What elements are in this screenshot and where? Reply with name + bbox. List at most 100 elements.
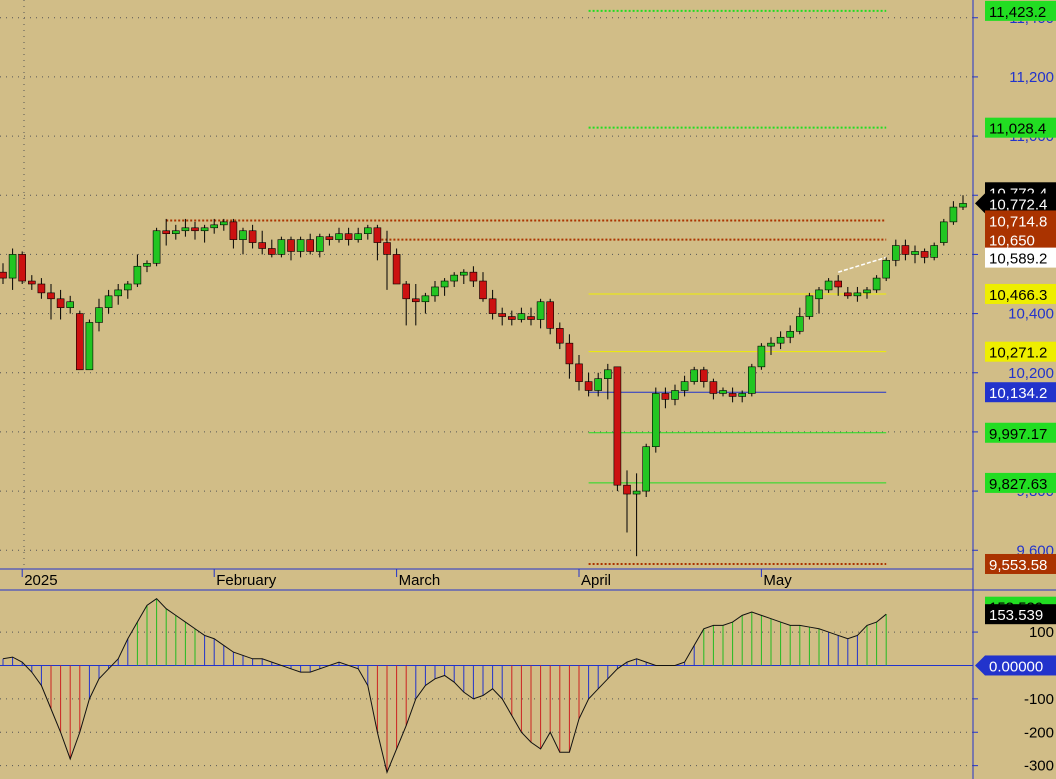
price-tag-text: 10,650: [989, 233, 1035, 250]
candle-up: [536, 301, 545, 320]
candle-down: [623, 484, 631, 495]
candle-up: [757, 345, 766, 368]
date-label: May: [763, 572, 792, 589]
candle-up: [690, 369, 699, 382]
candle-up: [738, 393, 747, 397]
candle-up: [296, 239, 305, 252]
candle-down: [287, 239, 295, 252]
candle-down: [258, 242, 267, 249]
price-tag-text: 153.539: [989, 607, 1043, 624]
price-axis-label: 10,400: [1008, 306, 1054, 323]
candle-down: [546, 301, 555, 329]
candle-up: [863, 289, 871, 294]
candle-up: [220, 221, 228, 226]
candle-up: [152, 230, 161, 264]
candle-down: [498, 313, 507, 317]
candle-down: [469, 271, 478, 282]
candle-up: [133, 265, 142, 285]
candle-up: [776, 336, 785, 344]
candle-down: [834, 280, 843, 288]
candle-up: [824, 280, 833, 291]
candle-down: [373, 227, 382, 243]
candle-up: [872, 277, 881, 291]
candle-up: [651, 393, 660, 448]
candle-down: [306, 239, 315, 252]
candle-up: [805, 295, 814, 317]
candle-down: [661, 393, 670, 400]
candle-up: [431, 286, 439, 297]
candle-down: [699, 369, 708, 382]
candle-down: [76, 313, 84, 371]
date-label: 2025: [24, 572, 57, 589]
candle-down: [411, 298, 420, 303]
candle-up: [124, 283, 132, 291]
candle-up: [172, 230, 180, 235]
candle-up: [363, 227, 372, 235]
candle-down: [37, 283, 46, 294]
candle-up: [440, 280, 449, 288]
price-tag-text: 9,553.58: [989, 557, 1047, 574]
candle-up: [210, 224, 218, 229]
candle-down: [27, 280, 36, 285]
candle-up: [594, 378, 603, 391]
price-tag-text: 10,589.2: [989, 251, 1047, 268]
candle-down: [248, 230, 257, 243]
date-label: April: [581, 572, 611, 589]
price-tag-text: 9,997.17: [989, 426, 1047, 443]
candle-up: [517, 313, 526, 320]
osc-axis-label: -100: [1024, 691, 1054, 708]
candle-up: [114, 289, 122, 297]
candle-down: [728, 393, 737, 397]
stock-chart[interactable]: 2025FebruaryMarchAprilMay9,6009,80010,00…: [0, 0, 1056, 779]
candle-down: [613, 366, 622, 486]
candle-up: [315, 236, 324, 252]
osc-axis-label: -200: [1024, 724, 1054, 741]
candle-down: [56, 298, 65, 308]
osc-axis-label: 100: [1029, 624, 1054, 641]
candle-down: [584, 381, 593, 391]
candle-up: [882, 260, 891, 279]
price-tag-text: 10,714.8: [989, 213, 1047, 230]
candle-up: [930, 245, 939, 258]
price-tag-text: 10,271.2: [989, 345, 1047, 362]
price-tag-text: 9,827.63: [989, 476, 1047, 493]
candle-up: [795, 316, 804, 332]
candle-up: [853, 292, 862, 297]
candle-up: [181, 227, 190, 232]
candle-up: [719, 390, 727, 394]
candle-down: [565, 342, 574, 365]
candle-down: [479, 280, 487, 300]
date-label: February: [216, 572, 277, 589]
price-tag-text: 10,466.3: [989, 287, 1047, 304]
candle-up: [239, 230, 247, 240]
candle-up: [767, 342, 775, 347]
candle-up: [632, 490, 641, 495]
candle-up: [747, 366, 756, 394]
candle-up: [939, 221, 948, 243]
candle-down: [267, 248, 276, 255]
candle-up: [891, 245, 900, 261]
candle-down: [901, 245, 910, 255]
candle-down: [488, 298, 497, 314]
price-tag-text: 11,028.4: [989, 121, 1046, 138]
candle-up: [459, 271, 468, 276]
candle-up: [421, 295, 430, 303]
candle-down: [392, 254, 401, 285]
price-tag-text: 0.00000: [989, 658, 1043, 675]
candle-down: [18, 254, 27, 282]
price-tag-text: 10,134.2: [989, 385, 1047, 402]
candle-up: [815, 289, 823, 300]
candle-down: [920, 251, 929, 258]
candle-up: [85, 322, 94, 371]
candle-up: [680, 381, 689, 391]
candle-up: [66, 301, 74, 308]
candle-up: [911, 251, 919, 255]
price-tag-text: 11,423.2: [989, 4, 1046, 21]
candle-up: [277, 239, 286, 255]
chart-background: [0, 0, 1056, 779]
candle-down: [575, 363, 583, 382]
candle-up: [95, 307, 103, 323]
candle-up: [104, 295, 113, 308]
candle-down: [344, 233, 353, 240]
candle-down: [709, 381, 718, 394]
